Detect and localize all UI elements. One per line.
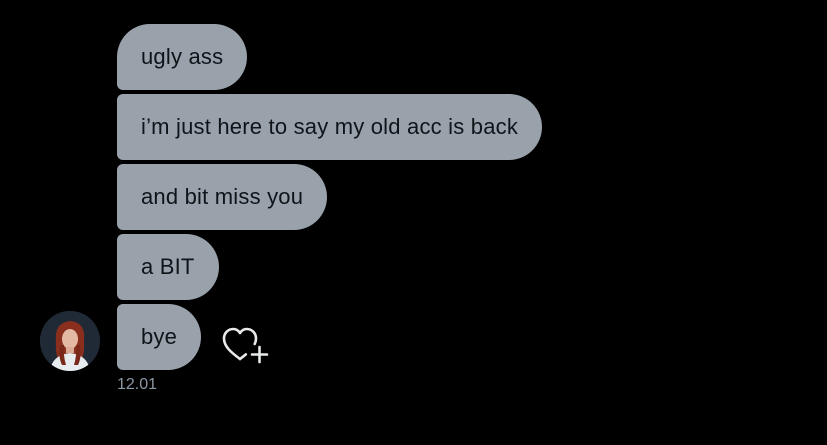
message-bubble[interactable]: a BIT [117, 234, 219, 300]
heart-plus-icon [222, 327, 269, 364]
message-text: bye [141, 324, 178, 349]
message-bubble[interactable]: bye [117, 304, 202, 370]
sender-avatar[interactable] [40, 311, 100, 371]
message-bubble[interactable]: i’m just here to say my old acc is back [117, 94, 543, 160]
add-reaction-button[interactable] [220, 322, 270, 366]
dm-conversation: ugly ass i’m just here to say my old acc… [0, 0, 827, 445]
avatar-portrait-icon [40, 311, 100, 371]
message-text: a BIT [141, 254, 195, 279]
message-text: and bit miss you [141, 184, 304, 209]
message-timestamp: 12.01 [117, 376, 158, 393]
message-text: ugly ass [141, 44, 224, 69]
message-text: i’m just here to say my old acc is back [141, 114, 519, 139]
message-bubble[interactable]: and bit miss you [117, 164, 328, 230]
message-bubble[interactable]: ugly ass [117, 24, 248, 90]
